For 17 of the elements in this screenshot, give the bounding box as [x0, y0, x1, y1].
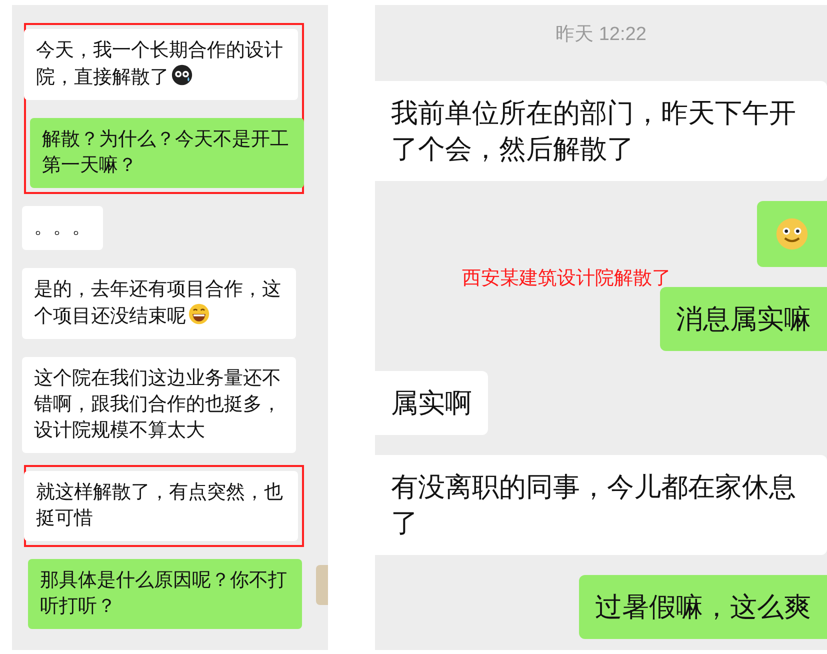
message-bubble: 有没离职的同事，今儿都在家休息了 — [375, 455, 827, 555]
message-bubble: 今天，我一个长期合作的设计院，直接解散了 — [24, 29, 298, 100]
avatar — [316, 565, 328, 605]
grin-icon — [188, 303, 210, 325]
message-bubble: 消息属实嘛 — [660, 287, 827, 351]
message-bubble: 。。。 — [22, 206, 103, 250]
timestamp: 昨天 12:22 — [554, 23, 648, 47]
message-bubble: 这个院在我们这边业务量还不错啊，跟我们合作的也挺多，设计院规模不算太大 — [22, 357, 296, 453]
message-bubble: 属实啊 — [375, 371, 488, 435]
message-bubble: 是的，去年还有项目合作，这个项目还没结束呢 — [22, 268, 296, 339]
message-bubble: 就这样解散了，有点突然，也挺可惜 — [24, 471, 298, 541]
smiley-icon — [775, 217, 809, 251]
message-bubble: 过暑假嘛，这么爽 — [579, 575, 827, 639]
message-bubble: 那具体是什么原因呢？你不打听打听？ — [28, 559, 302, 629]
face-icon — [171, 64, 193, 86]
message-bubble: 我前单位所在的部门，昨天下午开了个会，然后解散了 — [375, 81, 827, 181]
message-bubble: 解散？为什么？今天不是开工第一天嘛？ — [30, 118, 304, 188]
